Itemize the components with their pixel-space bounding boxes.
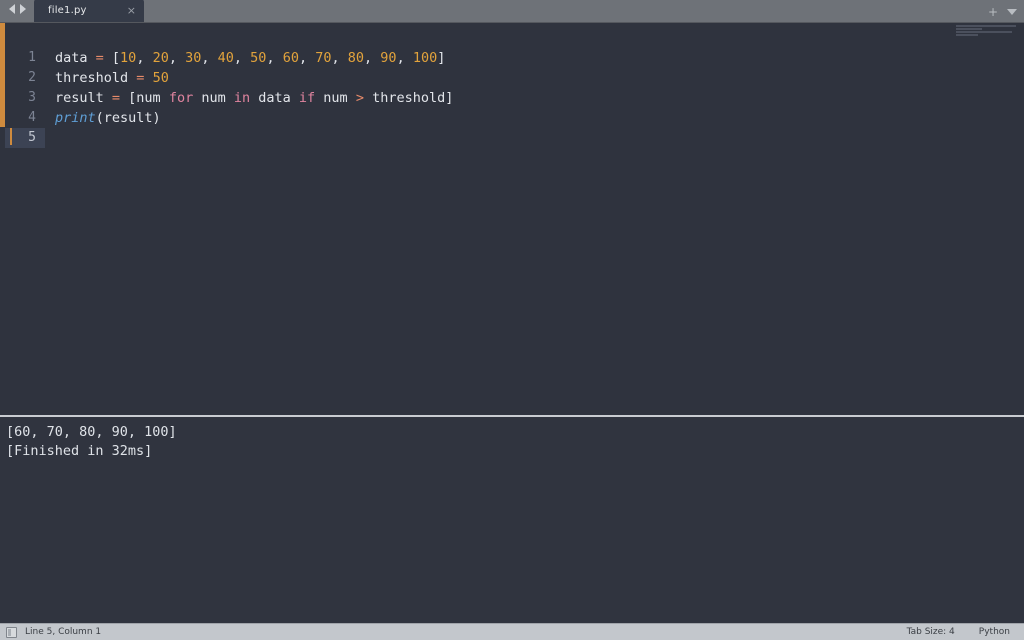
code-token: result [55,90,112,106]
code-token: , [201,50,218,66]
code-token: 50 [250,50,267,66]
text-caret [10,128,12,145]
code-token: 40 [217,50,234,66]
tab-bar-controls: + [988,6,1017,18]
output-panel[interactable]: [60, 70, 80, 90, 100] [Finished in 32ms] [0,417,1024,623]
line-number: 2 [28,70,36,85]
code-token: 90 [380,50,397,66]
code-token: , [364,50,381,66]
code-token: , [331,50,348,66]
close-icon[interactable]: × [127,5,136,16]
code-token: 70 [315,50,332,66]
code-token: 100 [412,50,438,66]
code-editor[interactable]: 12345 data = [10, 20, 30, 40, 50, 60, 70… [0,23,1024,415]
tab-file1-py[interactable]: file1.py × [34,0,144,22]
code-token: num [315,90,356,106]
arrow-right-icon[interactable] [20,3,26,14]
code-token: [ [103,50,121,66]
code-token: , [396,50,413,66]
line-number-gutter: 12345 [5,23,45,415]
status-bar-right: Tab Size: 4 Python [907,627,1024,637]
code-text-area[interactable]: data = [10, 20, 30, 40, 50, 60, 70, 80, … [45,23,1024,415]
output-line: [Finished in 32ms] [6,443,153,459]
tab-nav-arrows [0,0,34,22]
code-token: for [168,90,194,106]
code-token: > [355,90,364,106]
line-number: 4 [28,110,36,125]
syntax-label[interactable]: Python [979,627,1010,637]
code-token: = [111,90,121,106]
new-tab-icon[interactable]: + [988,6,998,18]
code-token: 30 [185,50,202,66]
panel-toggle-icon[interactable] [6,626,17,638]
output-line: [60, 70, 80, 90, 100] [6,424,177,440]
code-token: print [55,110,96,126]
code-token: , [168,50,186,66]
code-token: 80 [347,50,365,66]
code-line: print(result) [55,108,1024,128]
code-token: in [233,90,251,106]
cursor-position-label[interactable]: Line 5, Column 1 [25,627,101,637]
code-token: 60 [282,50,299,66]
code-token: [num [120,90,169,106]
code-token: threshold] [363,90,454,106]
code-token: ] [437,50,446,66]
code-line: threshold = 50 [55,68,1024,88]
code-token: 20 [152,50,169,66]
code-token: threshold [55,70,137,86]
code-token: data [250,90,299,106]
code-token: , [298,50,316,66]
status-bar: Line 5, Column 1 Tab Size: 4 Python [0,623,1024,640]
line-number: 3 [28,90,36,105]
tab-label: file1.py [48,5,87,16]
code-token: , [266,50,283,66]
code-line: data = [10, 20, 30, 40, 50, 60, 70, 80, … [55,48,1024,68]
code-token: num [193,90,234,106]
code-token: (result) [95,110,161,126]
code-token: data [55,50,96,66]
code-token: 50 [152,70,169,86]
line-number: 1 [28,50,36,65]
tab-size-label[interactable]: Tab Size: 4 [907,627,955,637]
tab-bar: file1.py × + [0,0,1024,23]
code-token: = [95,50,104,66]
code-token: if [298,90,316,106]
chevron-down-icon[interactable] [1007,9,1017,15]
code-token: 10 [120,50,137,66]
code-token: , [136,50,153,66]
code-line: result = [num for num in data if num > t… [55,88,1024,108]
code-token: , [233,50,251,66]
minimap[interactable] [956,25,1018,47]
arrow-left-icon[interactable] [9,3,15,14]
editor-window: file1.py × + 12345 data = [10, 20, 30, 4… [0,0,1024,640]
